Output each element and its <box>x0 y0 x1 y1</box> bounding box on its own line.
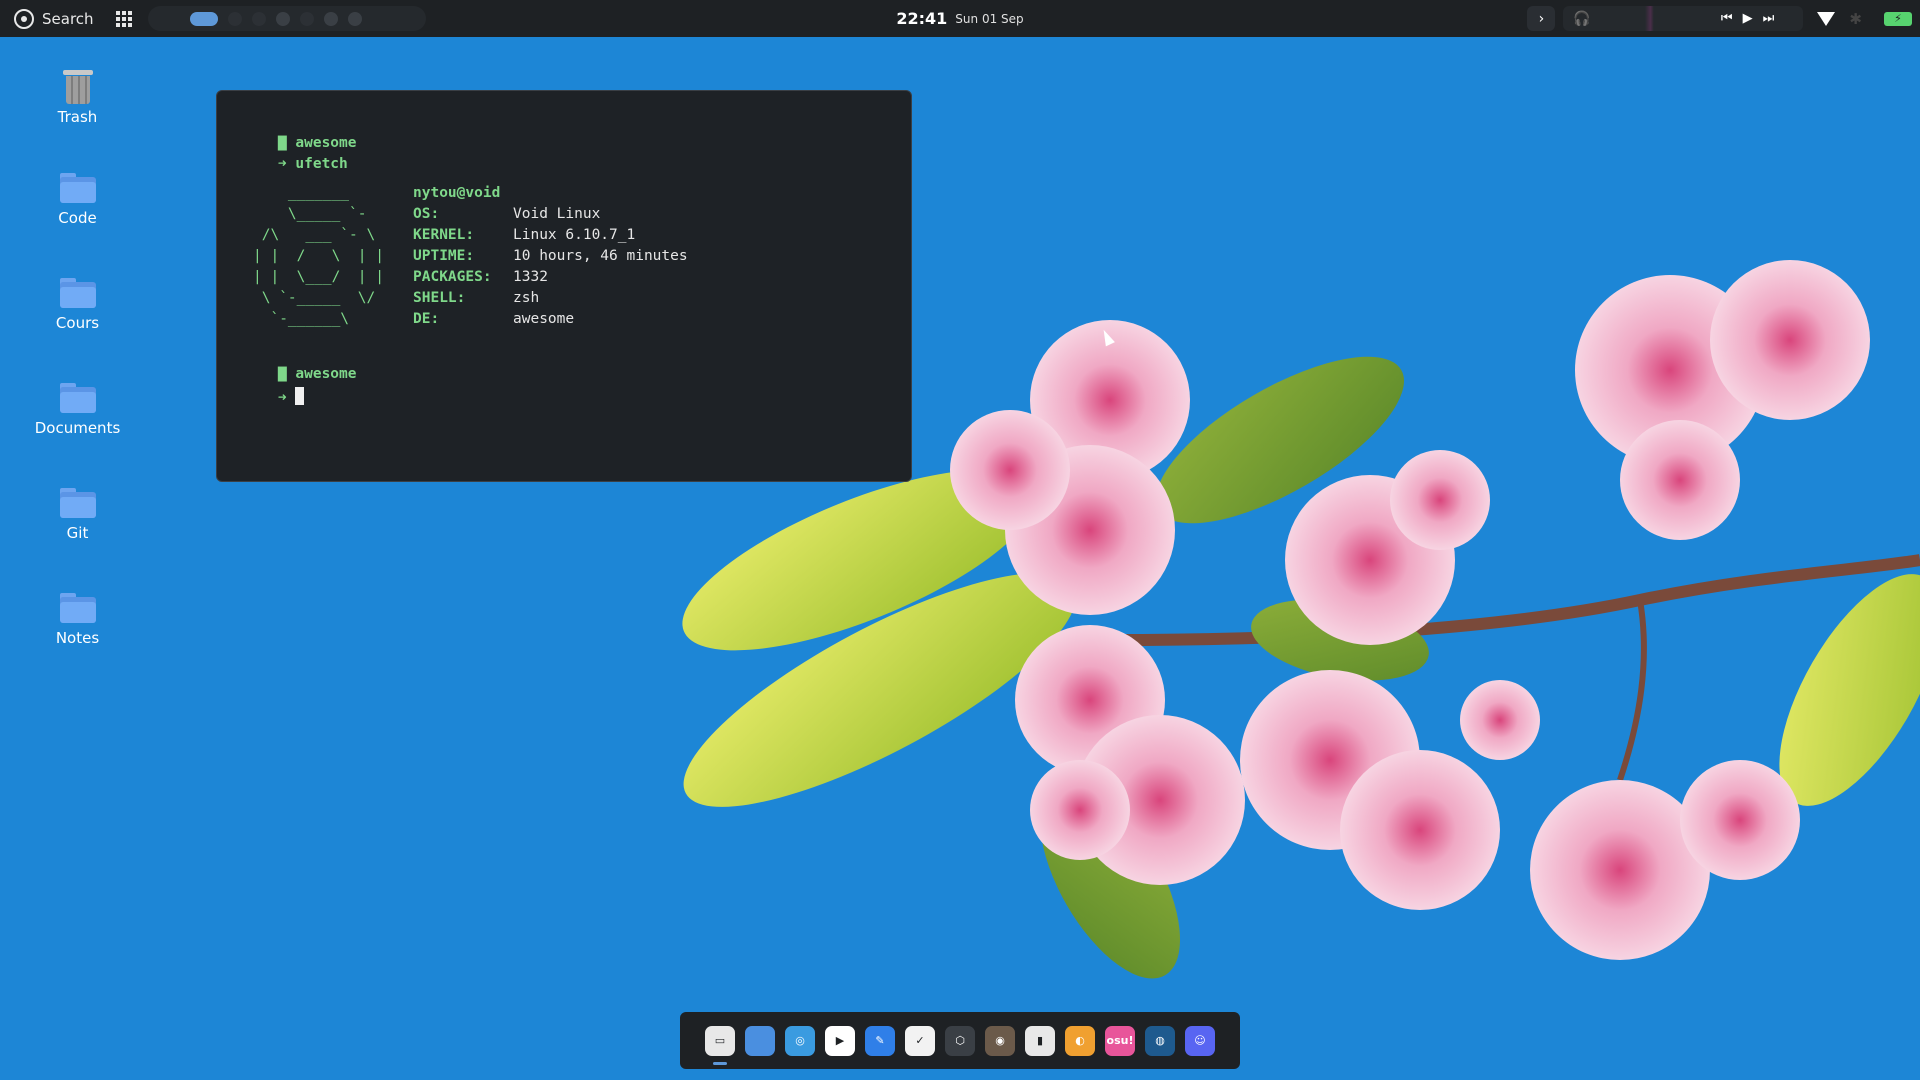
input-line[interactable]: ➜ <box>243 371 305 422</box>
desktop-icon-documents[interactable]: Documents <box>30 383 125 437</box>
info-key: PACKAGES: <box>413 269 492 285</box>
system-info: nytou@void OS: Void Linux KERNEL: Linux 6.1… <box>413 183 688 330</box>
info-value: awesome <box>513 311 575 327</box>
folder-icon <box>59 593 96 623</box>
folder-icon <box>59 383 96 413</box>
battery-icon[interactable]: ⚡ <box>1884 11 1912 26</box>
media-player-app-icon[interactable]: ▶ <box>825 1025 855 1056</box>
prompt-dir-2: awesome <box>295 366 357 382</box>
info-key: OS: <box>413 206 440 222</box>
blender-app-icon[interactable]: ◐ <box>1065 1025 1095 1056</box>
desktop-icon-code[interactable]: Code <box>30 173 125 227</box>
twitch-app-icon[interactable]: ▮ <box>1025 1025 1055 1056</box>
desktop-icon-label: Notes <box>55 629 100 647</box>
desktop-icon-notes[interactable]: Notes <box>30 593 125 647</box>
desktop-icon-label: Documents <box>34 419 121 437</box>
prompt-symbol-2: ➜ <box>277 390 287 406</box>
wifi-icon[interactable] <box>1817 11 1836 26</box>
steam-app-icon[interactable]: ◍ <box>1145 1025 1175 1056</box>
systray-expand-button[interactable]: › <box>1527 6 1556 31</box>
clock-time: 22:41 <box>896 9 948 28</box>
media-widget: 🎧 ⏮ ▶ ⏭ <box>1563 6 1804 31</box>
media-prev-button[interactable]: ⏮ <box>1721 11 1733 26</box>
folder-icon <box>59 173 96 203</box>
info-row: DE: awesome <box>413 309 688 330</box>
info-row: OS: Void Linux <box>413 204 688 225</box>
godot-app-icon[interactable]: ⬡ <box>945 1025 975 1056</box>
info-value: 10 hours, 46 minutes <box>513 248 688 264</box>
info-value: Linux 6.10.7_1 <box>513 227 636 243</box>
desktop-icon-trash[interactable]: Trash <box>30 68 125 126</box>
folder-icon <box>59 488 96 518</box>
info-key: UPTIME: <box>413 248 475 264</box>
headphones-icon: 🎧 <box>1573 10 1591 27</box>
media-next-button[interactable]: ⏭ <box>1763 11 1775 26</box>
folder-icon <box>59 278 96 308</box>
terminal-app-icon[interactable]: ▭ <box>705 1025 735 1065</box>
prompt-symbol: ➜ <box>277 156 287 172</box>
browser-app-icon[interactable]: ◎ <box>785 1025 815 1056</box>
desktop-icon-git[interactable]: Git <box>30 488 125 542</box>
user-host: nytou@void <box>413 185 501 201</box>
media-play-button[interactable]: ▶ <box>1743 11 1753 26</box>
info-value: 1332 <box>513 269 548 285</box>
text-editor-app-icon[interactable]: ✎ <box>865 1025 895 1056</box>
clock-date: Sun 01 Sep <box>955 11 1024 26</box>
info-key: DE: <box>413 311 440 327</box>
discord-app-icon[interactable]: ☺ <box>1185 1025 1215 1056</box>
info-key: KERNEL: <box>413 227 475 243</box>
desktop-icon-label: Cours <box>55 314 100 332</box>
text-cursor <box>295 387 305 405</box>
bluetooth-icon[interactable]: ✱ <box>1849 10 1862 28</box>
ascii-logo: _______ \_____ `- /\ ___ `- \ | | / \ | … <box>253 185 384 327</box>
terminal-window[interactable]: ▇ awesome ➜ ufetch _______ \_____ `- /\ … <box>216 90 912 482</box>
dock: ▭ ◎ ▶ ✎ ✓ ⬡ ◉ ▮ ◐ osu! ◍ ☺ <box>680 1012 1240 1069</box>
desktop-icon-cours[interactable]: Cours <box>30 278 125 332</box>
desktop-icon-label: Trash <box>57 108 98 126</box>
tasks-app-icon[interactable]: ✓ <box>905 1025 935 1056</box>
info-row: UPTIME: 10 hours, 46 minutes <box>413 246 688 267</box>
active-indicator <box>713 1061 727 1065</box>
info-key: SHELL: <box>413 290 466 306</box>
info-row: PACKAGES: 1332 <box>413 267 688 288</box>
info-row: KERNEL: Linux 6.10.7_1 <box>413 225 688 246</box>
trash-icon <box>62 68 93 104</box>
desktop-icon-label: Git <box>66 524 89 542</box>
top-bar: Search 22:41 Sun 01 Sep › 🎧 ⏮ ▶ ⏭ ✱ ⚡ <box>0 0 1920 37</box>
desktop-icon-label: Code <box>58 209 97 227</box>
info-value: Void Linux <box>513 206 601 222</box>
osu-app-icon[interactable]: osu! <box>1105 1025 1135 1056</box>
info-row: SHELL: zsh <box>413 288 688 309</box>
command-text: ufetch <box>295 156 348 172</box>
media-track-display <box>1600 6 1711 31</box>
gimp-app-icon[interactable]: ◉ <box>985 1025 1015 1056</box>
files-app-icon[interactable] <box>745 1025 775 1056</box>
command-line: ➜ ufetch <box>243 140 348 188</box>
info-value: zsh <box>513 290 540 306</box>
